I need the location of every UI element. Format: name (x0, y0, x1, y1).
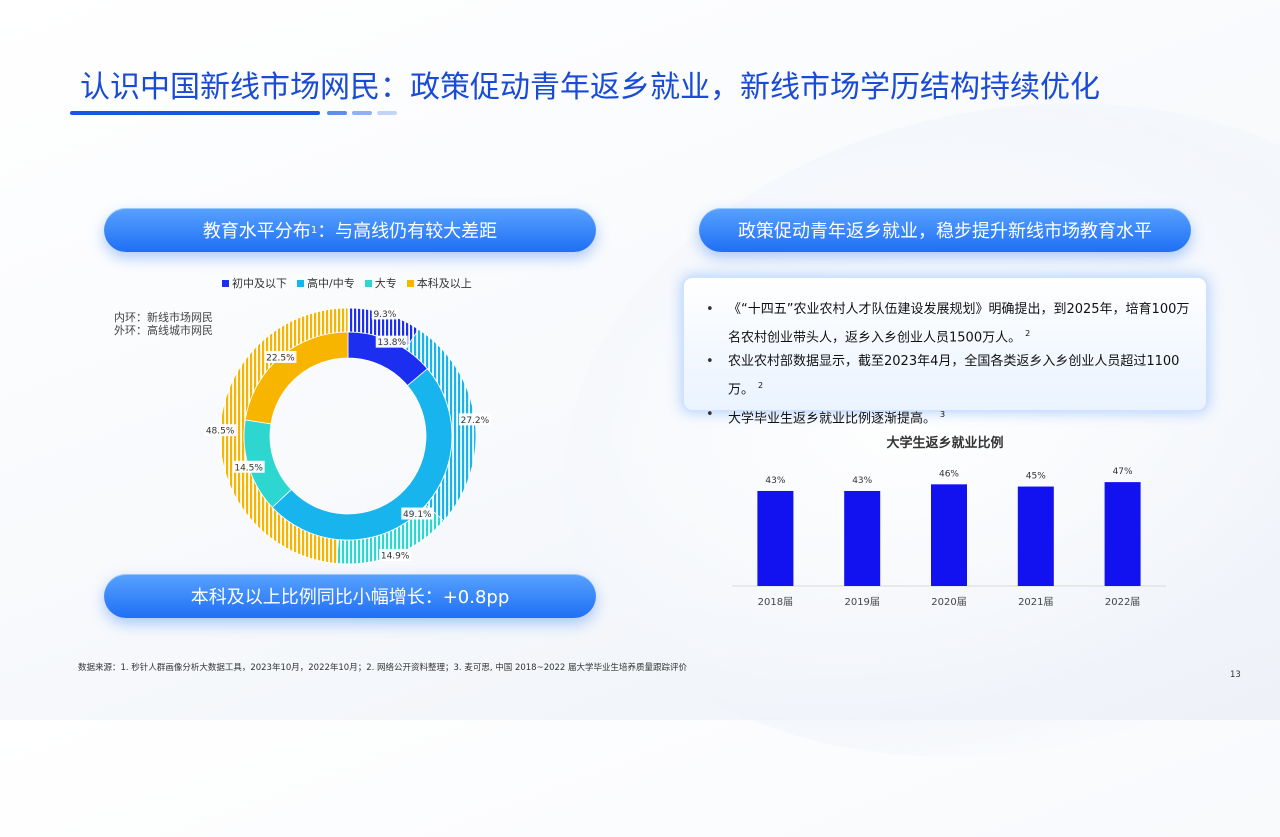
policy-bullet-3: 大学毕业生返乡就业比例逐渐提高。3 (706, 403, 1192, 431)
bar-category-label-1: 2019届 (844, 596, 879, 608)
title-underline-dash-1 (327, 111, 347, 115)
bar-4 (1104, 482, 1141, 586)
education-footer-text: 本科及以上比例同比小幅增长：+0.8pp (190, 587, 510, 608)
bar-value-label-3: 45% (1026, 472, 1046, 482)
donut-outer-label-junior: 9.3% (373, 310, 396, 320)
policy-header-pill: 政策促动青年返乡就业，稳步提升新线市场教育水平 (699, 208, 1191, 252)
bar-value-label-1: 43% (852, 476, 872, 486)
bar-3 (1017, 486, 1054, 586)
policy-bullet-text: 《“十四五”农业农村人才队伍建设发展规划》明确提出，到2025年，培育100万名… (728, 302, 1190, 346)
donut-outer-label-highschool: 27.2% (461, 416, 490, 426)
donut-inner-label-college: 14.5% (234, 463, 263, 473)
page-title: 认识中国新线市场网民：政策促动青年返乡就业，新线市场学历结构持续优化 (80, 70, 1100, 105)
title-underline-dash-3 (377, 111, 397, 115)
education-footer-pill: 本科及以上比例同比小幅增长：+0.8pp (104, 574, 596, 618)
bar-0 (757, 490, 794, 586)
policy-bullet-text: 农业农村部数据显示，截至2023年4月，全国各类返乡入乡创业人员超过1100万。 (728, 354, 1180, 398)
education-header-rest: ：与高线仍有较大差距 (317, 221, 498, 242)
policy-bullet-sup: 2 (758, 381, 764, 391)
page-number: 13 (1230, 670, 1241, 680)
bar-chart: 43% 2018届 43% 2019届 46% 2020届 45% 2021届 47% 2022届 (732, 467, 1166, 608)
education-header-pill: 教育水平分布 1 ：与高线仍有较大差距 (104, 208, 596, 252)
donut-inner-label-highschool: 49.1% (403, 510, 432, 520)
bar-value-label-2: 46% (939, 469, 959, 479)
bar-category-label-2: 2020届 (931, 596, 966, 608)
policy-bullet-2: 农业农村部数据显示，截至2023年4月，全国各类返乡入乡创业人员超过1100万。… (706, 350, 1192, 402)
donut-inner-label-junior: 13.8% (377, 338, 406, 348)
donut-inner-label-bachelor: 22.5% (266, 353, 295, 363)
title-underline-main (70, 111, 320, 115)
source-note: 数据来源：1. 秒针人群画像分析大数据工具，2023年10月，2022年10月；… (78, 663, 688, 673)
bar-value-label-0: 43% (765, 476, 785, 486)
bar-value-label-4: 47% (1113, 467, 1133, 477)
policy-bullet-1: 《“十四五”农业农村人才队伍建设发展规划》明确提出，到2025年，培育100万名… (706, 298, 1192, 350)
bar-1 (844, 490, 881, 586)
policy-bullet-list: 《“十四五”农业农村人才队伍建设发展规划》明确提出，到2025年，培育100万名… (684, 278, 1206, 431)
title-underline-dash-2 (352, 111, 372, 115)
bar-category-label-4: 2022届 (1105, 596, 1140, 608)
donut-chart: 13.8% 49.1% 14.5% 22.5% 9.3% 27.2% 14.9% 48.5% (204, 307, 491, 565)
policy-info-box: 《“十四五”农业农村人才队伍建设发展规划》明确提出，到2025年，培育100万名… (682, 276, 1208, 427)
education-header-text: 教育水平分布 (202, 221, 311, 242)
policy-bullet-sup: 3 (940, 409, 946, 419)
bar-category-label-3: 2021届 (1018, 596, 1053, 608)
donut-outer-label-college: 14.9% (381, 551, 410, 561)
donut-outer-label-bachelor: 48.5% (206, 427, 235, 437)
policy-bullet-sup: 2 (1025, 329, 1031, 338)
bar-category-label-0: 2018届 (758, 596, 793, 608)
policy-header-text: 政策促动青年返乡就业，稳步提升新线市场教育水平 (738, 221, 1152, 242)
policy-bullet-text: 大学毕业生返乡就业比例逐渐提高。 (728, 410, 937, 426)
bar-2 (931, 484, 967, 586)
